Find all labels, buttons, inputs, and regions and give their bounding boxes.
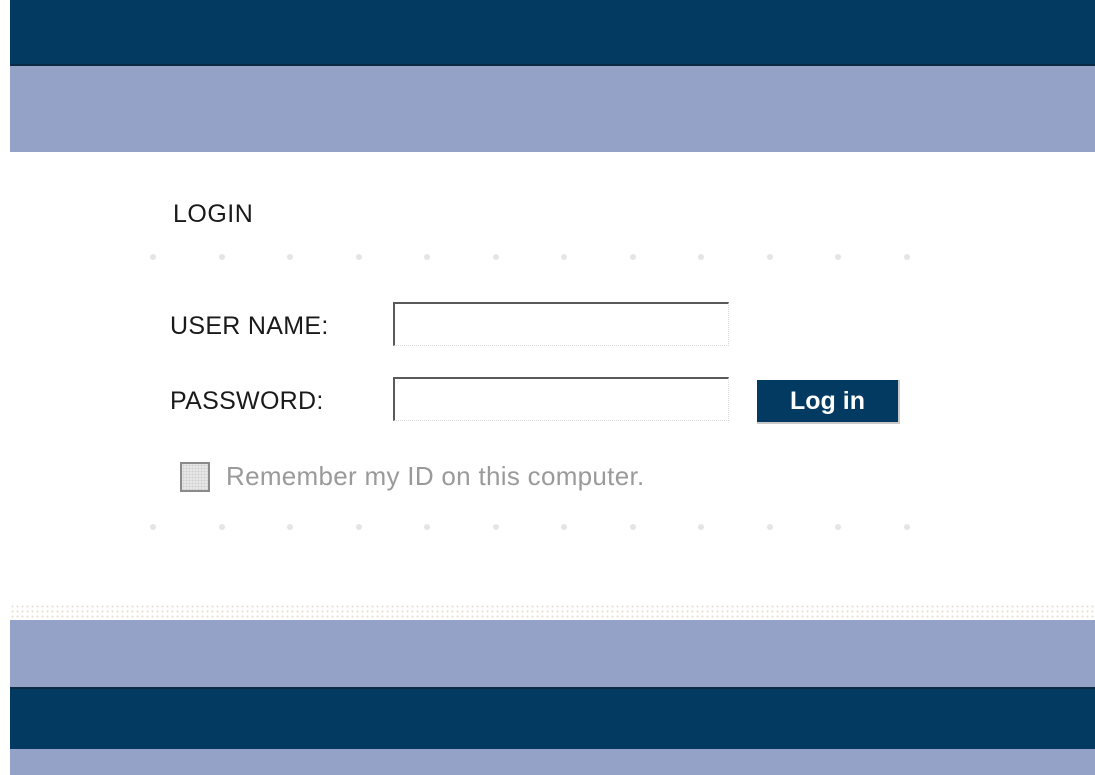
remember-me-label: Remember my ID on this computer. [226, 461, 645, 491]
header-light-band [10, 66, 1095, 152]
header-dark-band [10, 0, 1095, 66]
login-page: LOGIN USER NAME: PASSWORD: Log in Rememb… [0, 0, 1095, 775]
password-label: PASSWORD: [170, 387, 324, 415]
decorative-dot-row-top [150, 250, 910, 264]
footer-light-band [10, 620, 1095, 687]
username-label: USER NAME: [170, 312, 329, 340]
login-button[interactable]: Log in [757, 380, 900, 424]
remember-me-checkbox[interactable] [180, 461, 210, 492]
username-field[interactable] [393, 302, 729, 346]
remember-me[interactable]: Remember my ID on this computer. [180, 461, 645, 492]
footer-dark-band [10, 687, 1095, 749]
decorative-dot-row-bottom [150, 520, 910, 534]
decorative-speckle-strip [10, 604, 1095, 620]
footer-light-strip [10, 749, 1095, 775]
password-field[interactable] [393, 377, 729, 421]
login-title: LOGIN [173, 200, 254, 228]
